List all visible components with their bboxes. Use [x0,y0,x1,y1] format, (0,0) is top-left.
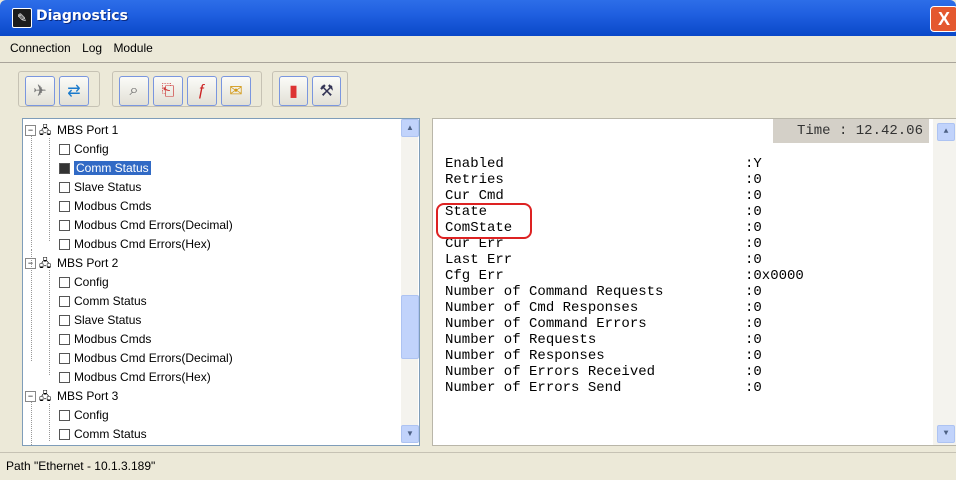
toolbar-group-log: ⌕ ⎗ ƒ ✉ [112,71,262,107]
menu-module[interactable]: Module [109,36,156,60]
module-tree[interactable]: − 🖧 MBS Port 1 Config Comm Status Slave St… [22,118,420,446]
document-icon [59,239,70,251]
status-row: Number of Responses:0 [445,348,762,364]
open-log-icon: ⎗ [161,82,175,99]
find-icon: ⌕ [129,82,139,99]
status-row: Enabled:Y [445,156,762,172]
status-row: Number of Command Errors:0 [445,316,762,332]
tree-item-comm-status[interactable]: Comm Status [59,159,151,177]
tree-item-slave-status[interactable]: Slave Status [59,178,141,196]
network-icon: 🖧 [39,257,53,270]
status-row: Number of Command Requests:0 [445,284,762,300]
chart-icon: ▮ [289,83,298,100]
tree-line [49,135,50,241]
tree-item-config[interactable]: Config [59,140,109,158]
connect-button[interactable]: ⇄ [59,76,89,106]
detail-scrollbar[interactable]: ▲ ▼ [933,119,956,445]
toolbar: ✈ ⇄ ⌕ ⎗ ƒ ✉ ▮ ⚒ [0,63,956,117]
tree-item-modbus-cmd-errors-hex[interactable]: Modbus Cmd Errors(Hex) [59,235,211,253]
tree-item-modbus-cmd-errors-decimal[interactable]: Modbus Cmd Errors(Decimal) [59,216,233,234]
status-row: Retries:0 [445,172,762,188]
disconnect-button[interactable]: ✈ [25,76,55,106]
open-log-button[interactable]: ⎗ [153,76,183,106]
scroll-thumb[interactable] [401,295,419,359]
mail-button[interactable]: ✉ [221,76,251,106]
status-detail-panel: Time : 12.42.06 ▲ ▼ Enabled:Y Retries:0 … [432,118,956,446]
tree-item-modbus-cmds[interactable]: Modbus Cmds [59,197,151,215]
connect-icon: ⇄ [67,83,81,100]
document-icon [59,410,70,422]
tree-item-modbus-cmd-errors-hex[interactable]: Modbus Cmd Errors(Hex) [59,368,211,386]
save-log-icon: ƒ [197,82,207,99]
network-icon: 🖧 [39,390,53,403]
status-row: Number of Errors Received:0 [445,364,762,380]
tool-button[interactable]: ⚒ [312,76,341,106]
document-icon [59,353,70,365]
mail-icon: ✉ [229,83,243,100]
close-button[interactable]: X [930,6,956,32]
scroll-down-icon[interactable]: ▼ [401,425,419,443]
document-icon [59,334,70,346]
tree-line [31,401,32,445]
tree-item-comm-status[interactable]: Comm Status [59,425,147,443]
status-row: Number of Cmd Responses:0 [445,300,762,316]
tree-item-config[interactable]: Config [59,406,109,424]
disconnect-icon: ✈ [33,83,47,100]
collapse-icon[interactable]: − [25,125,36,137]
find-button[interactable]: ⌕ [119,76,149,106]
scroll-up-icon[interactable]: ▲ [401,119,419,137]
tree-item-config[interactable]: Config [59,273,109,291]
status-row: Cur Cmd:0 [445,188,762,204]
tree-scrollbar[interactable]: ▲ ▼ [401,119,419,443]
toolbar-group-connection: ✈ ⇄ [18,71,100,107]
tree-line [49,269,50,375]
tree-line [31,135,32,247]
scroll-up-icon[interactable]: ▲ [937,123,955,141]
document-icon [59,182,70,194]
menu-connection[interactable]: Connection [6,36,75,60]
document-icon [59,296,70,308]
collapse-icon[interactable]: − [25,258,36,270]
document-icon [59,277,70,289]
collapse-icon[interactable]: − [25,391,36,403]
document-icon [59,429,70,441]
tree-item-comm-status[interactable]: Comm Status [59,292,147,310]
tree-item-modbus-cmd-errors-decimal[interactable]: Modbus Cmd Errors(Decimal) [59,349,233,367]
document-icon [59,372,70,384]
tool-icon: ⚒ [319,83,334,100]
status-row: Cfg Err:0x0000 [445,268,804,284]
app-icon: ✎ [12,8,32,28]
network-icon: 🖧 [39,124,53,137]
connection-path: Path "Ethernet - 10.1.3.189" [6,459,156,473]
tree-item-mbs-port-1[interactable]: − 🖧 MBS Port 1 [25,121,118,139]
window-title: Diagnostics [36,8,128,24]
document-icon [59,201,70,213]
status-bar: Path "Ethernet - 10.1.3.189" [0,452,956,480]
save-log-button[interactable]: ƒ [187,76,217,106]
tree-item-slave-status[interactable]: Slave Status [59,311,141,329]
tree-line [49,401,50,441]
chart-button[interactable]: ▮ [279,76,308,106]
toolbar-group-tools: ▮ ⚒ [272,71,348,107]
document-icon [59,144,70,156]
title-bar[interactable]: ✎ Diagnostics X [0,0,956,36]
tree-item-mbs-port-3[interactable]: − 🖧 MBS Port 3 [25,387,118,405]
status-row: Number of Errors Send:0 [445,380,762,396]
document-icon [59,315,70,327]
status-row: Number of Requests:0 [445,332,762,348]
document-icon [59,163,70,175]
menu-bar: Connection Log Module [0,36,956,62]
time-display: Time : 12.42.06 [773,119,929,143]
tree-item-mbs-port-2[interactable]: − 🖧 MBS Port 2 [25,254,118,272]
tree-item-modbus-cmds[interactable]: Modbus Cmds [59,330,151,348]
annotation-highlight [436,203,532,239]
scroll-down-icon[interactable]: ▼ [937,425,955,443]
menu-log[interactable]: Log [78,36,106,60]
document-icon [59,220,70,232]
status-row: Last Err:0 [445,252,762,268]
